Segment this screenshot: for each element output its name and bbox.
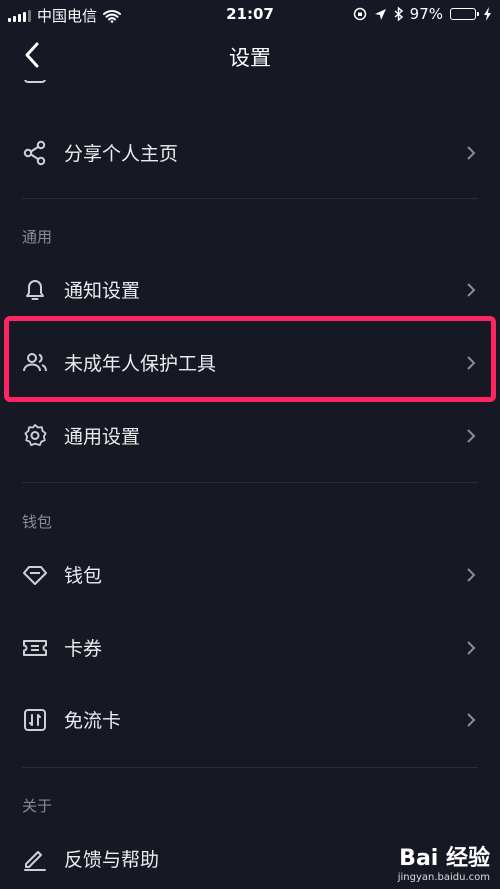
chevron-right-icon [467,356,476,370]
row-wallet[interactable]: 钱包 [0,544,500,606]
row-share-profile[interactable]: 分享个人主页 [0,122,500,184]
users-icon [23,353,47,372]
watermark-logo: Bai 经验 [399,846,490,871]
settings-list[interactable]: 分享个人主页 通用 通知设置 未成年人保护工具 通用设置 钱包 钱包 卡券 免流… [0,80,500,889]
pen-icon [24,851,46,871]
watermark: Bai 经验 jingyan.baidu.com [398,840,490,883]
status-bar: 中国电信 21:07 97% [0,0,500,30]
watermark-url: jingyan.baidu.com [397,872,490,883]
divider [22,767,478,768]
free-data-card-label: 免流卡 [64,710,122,732]
data-card-icon [24,709,46,731]
feedback-label: 反馈与帮助 [64,849,160,871]
chevron-right-icon [467,641,476,655]
settings-row-partial[interactable] [0,80,500,102]
wallet-label: 钱包 [64,565,103,587]
chevron-right-icon [467,146,476,160]
gear-icon [24,424,47,446]
status-right: 97% [353,5,492,23]
share-icon [23,140,46,166]
chevron-right-icon [467,429,476,443]
section-header-wallet: 钱包 [22,513,53,531]
notifications-label: 通知设置 [64,280,141,302]
coupons-label: 卡券 [64,638,103,660]
orientation-lock-icon [353,7,366,21]
share-profile-label: 分享个人主页 [64,143,179,165]
divider [22,198,478,199]
minor-protection-label: 未成年人保护工具 [64,353,217,375]
row-minor-protection[interactable]: 未成年人保护工具 [0,332,500,394]
ticket-icon [23,640,47,656]
row-general-settings[interactable]: 通用设置 [0,405,500,467]
partial-row-icon [24,80,46,83]
bluetooth-icon [394,7,403,21]
chevron-right-icon [467,283,476,297]
row-notifications[interactable]: 通知设置 [0,259,500,321]
chevron-right-icon [467,568,476,582]
location-icon [374,8,386,20]
section-header-general: 通用 [22,228,53,246]
diamond-icon [23,566,47,585]
section-header-about: 关于 [22,797,53,815]
general-settings-label: 通用设置 [64,426,141,448]
battery-percent: 97% [409,5,443,23]
bell-icon [26,280,44,300]
page-title: 设置 [229,46,271,70]
chevron-right-icon [467,713,476,727]
battery-icon [450,8,479,20]
row-coupons[interactable]: 卡券 [0,617,500,679]
divider [22,482,478,483]
nav-bar: 设置 [0,30,500,80]
charging-icon [484,7,491,21]
row-free-data-card[interactable]: 免流卡 [0,689,500,751]
